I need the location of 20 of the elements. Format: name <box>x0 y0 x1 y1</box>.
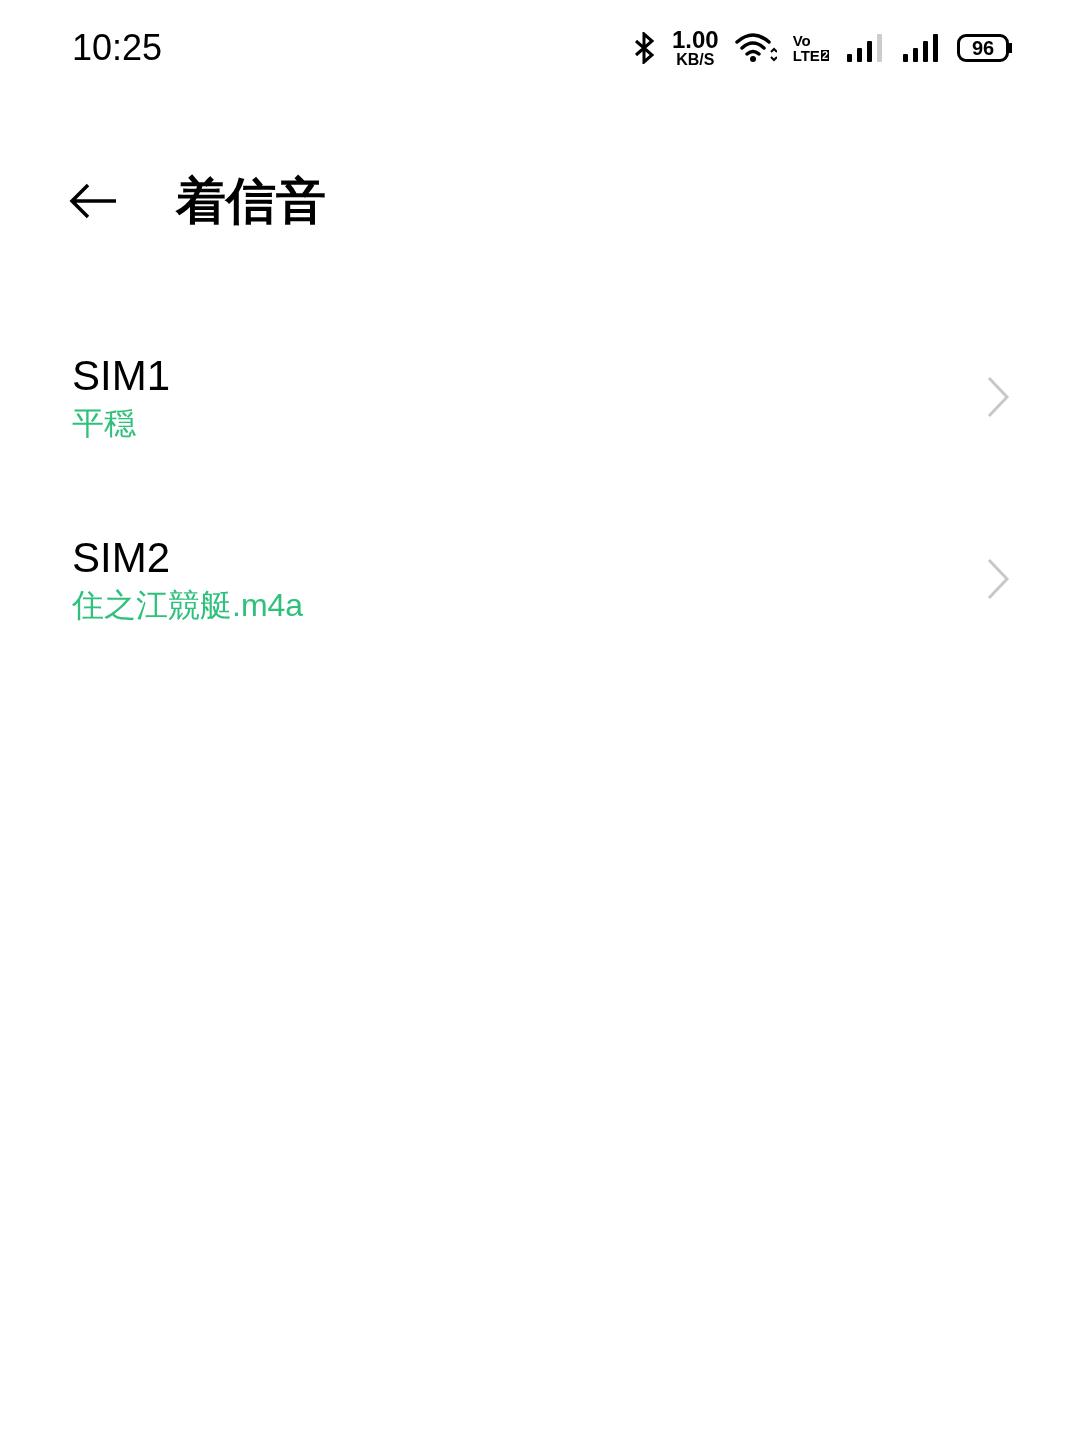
row-title: SIM2 <box>72 537 172 579</box>
ringtone-value: 住之江競艇.m4a <box>72 589 304 621</box>
ringtone-setting-row[interactable]: SIM1 平穏 <box>0 306 1080 488</box>
signal-icon <box>845 32 885 64</box>
status-time: 10:25 <box>72 26 163 70</box>
chevron-icon <box>986 376 1010 418</box>
wifi-icon <box>734 32 777 64</box>
sim-badge: 2 <box>820 50 829 61</box>
page-title: 着信音 <box>176 171 326 231</box>
battery-indicator: 96 <box>957 34 1012 62</box>
ringtone-setting-row[interactable]: SIM2 住之江競艇.m4a <box>0 488 1080 670</box>
chevron-icon <box>986 558 1010 600</box>
signal-icon <box>901 32 941 64</box>
back-icon <box>68 182 118 220</box>
network-speed: 1.00 <box>671 28 719 52</box>
volte-label: Vo <box>792 33 812 48</box>
volte-label: LTE <box>792 48 820 63</box>
ringtone-value: 平穏 <box>72 407 137 439</box>
network-speed-unit: KB/S <box>676 52 715 68</box>
row-title: SIM1 <box>72 355 171 397</box>
